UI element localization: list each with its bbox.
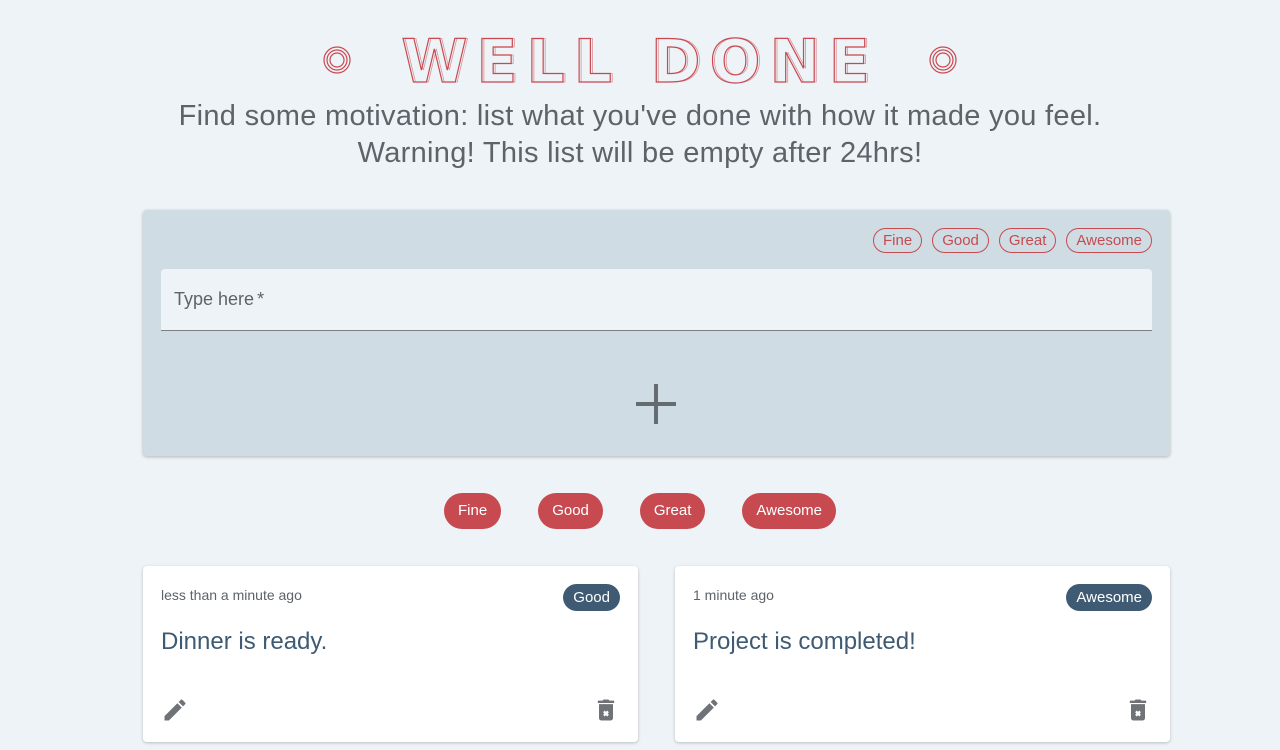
choice-fine[interactable]: Fine: [873, 228, 923, 253]
filter-great[interactable]: Great: [639, 493, 706, 529]
entry-timestamp: 1 minute ago: [693, 587, 774, 603]
entry-feeling-badge: Good: [563, 584, 620, 611]
right-circle-ornament-icon: [929, 46, 957, 74]
entry-input-label-text: Type here: [174, 289, 255, 309]
entry-feeling-badge: Awesome: [1066, 584, 1152, 611]
choice-good[interactable]: Good: [932, 228, 989, 253]
filter-group: Fine Good Great Awesome: [0, 493, 1280, 529]
filter-awesome[interactable]: Awesome: [742, 493, 836, 529]
page-title-row: WELL DONE WELL DONE: [0, 26, 1280, 90]
page-title-graphic: WELL DONE WELL DONE: [323, 26, 957, 90]
trash-icon[interactable]: [592, 696, 620, 724]
left-circle-ornament-icon: [323, 46, 351, 74]
pencil-icon[interactable]: [693, 696, 721, 724]
required-marker: *: [257, 289, 265, 309]
entry-timestamp: less than a minute ago: [161, 587, 302, 603]
entry-card: less than a minute ago Good Dinner is re…: [143, 566, 638, 742]
filter-fine[interactable]: Fine: [444, 493, 502, 529]
feeling-choice-group: Fine Good Great Awesome: [873, 228, 1152, 253]
entry-card: 1 minute ago Awesome Project is complete…: [675, 566, 1170, 742]
trash-icon[interactable]: [1124, 696, 1152, 724]
choice-awesome[interactable]: Awesome: [1066, 228, 1152, 253]
subtitle-line1: Find some motivation: list what you've d…: [178, 100, 1102, 132]
add-entry-form: Fine Good Great Awesome Type here *: [143, 210, 1170, 456]
entry-text-input[interactable]: Type here *: [161, 269, 1152, 331]
subtitle-line2: Warning! This list will be empty after 2…: [357, 137, 923, 169]
entry-input-label: Type here *: [174, 289, 264, 310]
choice-great[interactable]: Great: [998, 228, 1057, 253]
entry-text: Dinner is ready.: [161, 628, 328, 655]
filter-good[interactable]: Good: [538, 493, 603, 529]
entry-text: Project is completed!: [693, 628, 916, 655]
pencil-icon[interactable]: [161, 696, 189, 724]
page-title-outline: WELL DONE: [403, 27, 881, 90]
add-entry-button[interactable]: [634, 382, 678, 426]
